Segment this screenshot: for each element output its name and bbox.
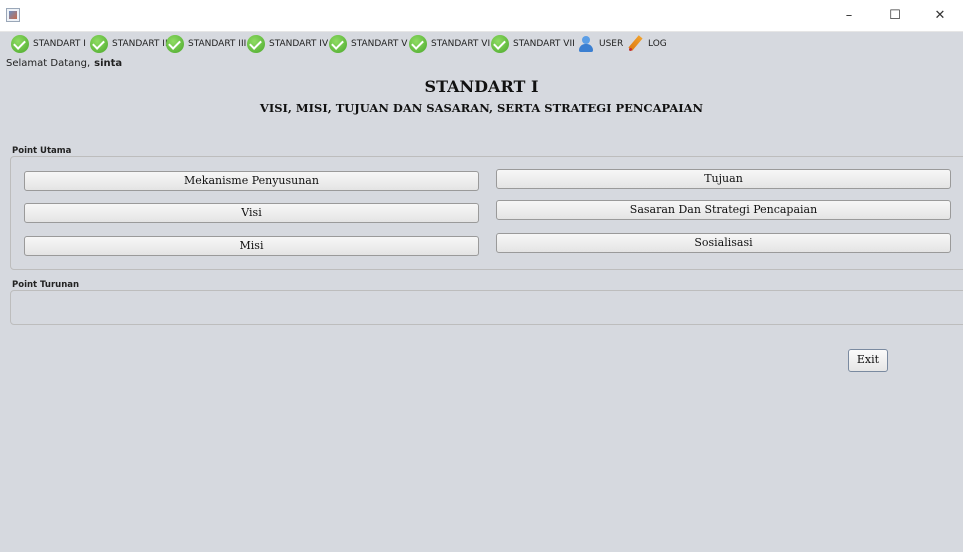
welcome-text: Selamat Datang, sinta — [6, 58, 122, 69]
menu-label: STANDART IV — [269, 39, 329, 49]
user-icon — [577, 35, 595, 53]
menu-standart-1[interactable]: STANDART I — [11, 35, 86, 53]
check-circle-icon — [11, 35, 29, 53]
menu-label: STANDART II — [112, 39, 168, 49]
menu-log[interactable]: LOG — [626, 35, 667, 53]
menu-label: STANDART VI — [431, 39, 491, 49]
menu-label: STANDART VII — [513, 39, 575, 49]
page-subtitle: VISI, MISI, TUJUAN DAN SASARAN, SERTA ST… — [259, 101, 704, 115]
menu-label: STANDART III — [188, 39, 247, 49]
menu-standart-7[interactable]: STANDART VII — [491, 35, 575, 53]
misi-button[interactable]: Misi — [24, 236, 479, 256]
close-button[interactable]: ✕ — [917, 0, 963, 31]
page-title: STANDART I — [424, 77, 539, 96]
exit-button[interactable]: Exit — [848, 349, 888, 372]
point-turunan-panel — [10, 290, 963, 325]
check-circle-icon — [247, 35, 265, 53]
menu-label: STANDART V — [351, 39, 408, 49]
username: sinta — [94, 58, 123, 69]
mekanisme-penyusunan-button[interactable]: Mekanisme Penyusunan — [24, 171, 479, 191]
sasaran-strategi-button[interactable]: Sasaran Dan Strategi Pencapaian — [496, 200, 951, 220]
minimize-button[interactable]: – — [826, 0, 872, 31]
menu-label: LOG — [648, 39, 667, 49]
menu-label: STANDART I — [33, 39, 86, 49]
menu-standart-4[interactable]: STANDART IV — [247, 35, 328, 53]
pencil-icon — [626, 35, 644, 53]
maximize-button[interactable]: ☐ — [872, 0, 918, 31]
sosialisasi-button[interactable]: Sosialisasi — [496, 233, 951, 253]
point-turunan-label: Point Turunan — [12, 280, 80, 290]
welcome-label: Selamat Datang, — [6, 58, 91, 69]
visi-button[interactable]: Visi — [24, 203, 479, 223]
menu-standart-2[interactable]: STANDART II — [90, 35, 168, 53]
check-circle-icon — [90, 35, 108, 53]
point-utama-label: Point Utama — [12, 146, 72, 156]
menu-bar: STANDART I STANDART II STANDART III STAN… — [0, 32, 963, 56]
menu-standart-6[interactable]: STANDART VI — [409, 35, 490, 53]
check-circle-icon — [491, 35, 509, 53]
check-circle-icon — [166, 35, 184, 53]
window-titlebar: – ☐ ✕ — [0, 0, 963, 32]
menu-standart-3[interactable]: STANDART III — [166, 35, 246, 53]
menu-label: USER — [599, 39, 624, 49]
check-circle-icon — [409, 35, 427, 53]
java-app-icon — [6, 8, 20, 22]
check-circle-icon — [329, 35, 347, 53]
menu-user[interactable]: USER — [577, 35, 623, 53]
tujuan-button[interactable]: Tujuan — [496, 169, 951, 189]
menu-standart-5[interactable]: STANDART V — [329, 35, 407, 53]
